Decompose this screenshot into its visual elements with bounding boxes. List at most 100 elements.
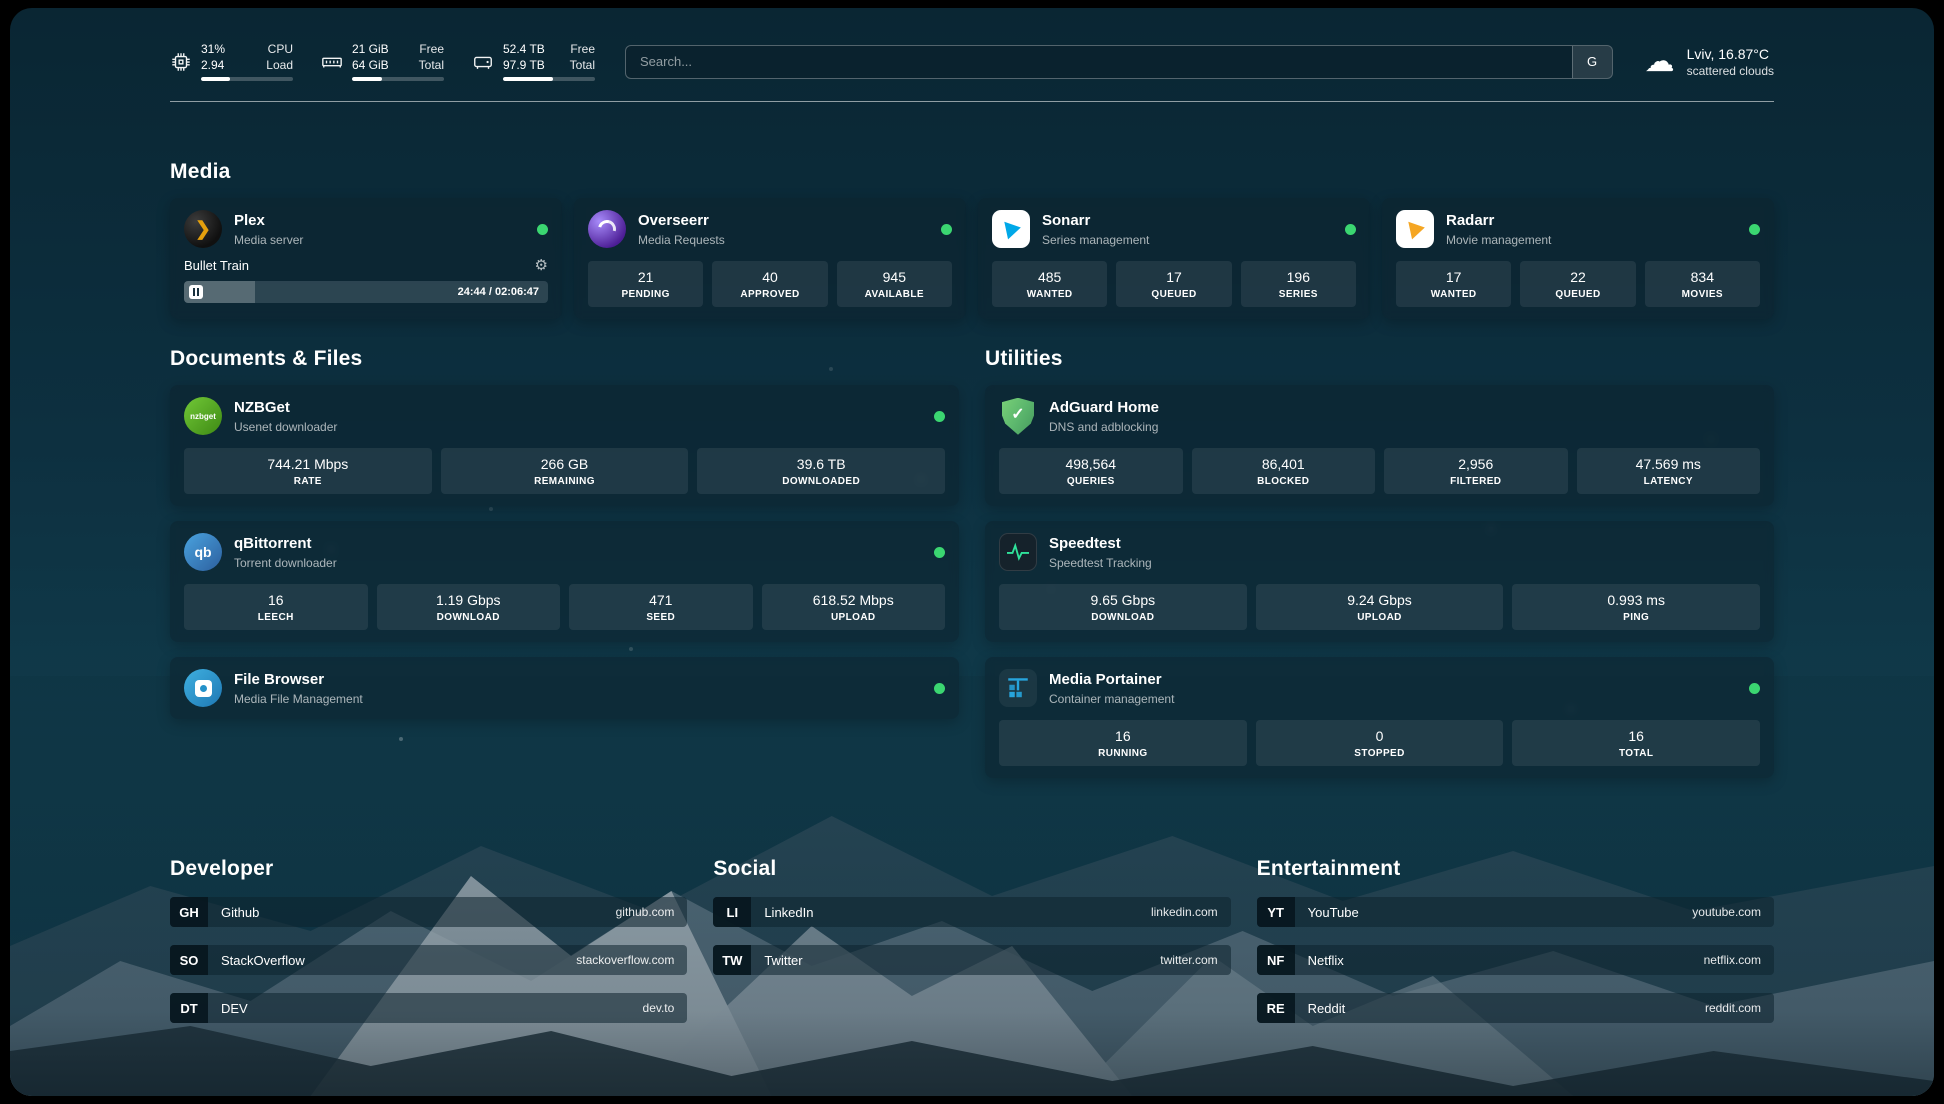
settings-gear-icon[interactable]: ⚙ xyxy=(535,256,548,274)
service-card-nzbget[interactable]: nzbget NZBGet Usenet downloader 744.21 M… xyxy=(170,385,959,506)
bookmark-name: DEV xyxy=(208,1001,643,1016)
media-grid: ❯ Plex Media server Bullet Train ⚙ 24:44… xyxy=(170,198,1774,319)
stat-queued: 17QUEUED xyxy=(1116,261,1231,307)
bookmark-github[interactable]: GH Github github.com xyxy=(170,897,687,927)
stat-rate: 744.21 MbpsRATE xyxy=(184,448,432,494)
stat-ping: 0.993 msPING xyxy=(1512,584,1760,630)
service-name: qBittorrent xyxy=(234,535,922,554)
stat-download: 1.19 GbpsDOWNLOAD xyxy=(377,584,561,630)
stat-blocked: 86,401BLOCKED xyxy=(1192,448,1376,494)
playback-time: 24:44 / 02:06:47 xyxy=(458,286,539,298)
service-card-plex[interactable]: ❯ Plex Media server Bullet Train ⚙ 24:44… xyxy=(170,198,562,319)
adguard-icon: ✓ xyxy=(999,397,1037,435)
section-title-entertainment: Entertainment xyxy=(1257,857,1774,881)
playback-progress-bar[interactable]: 24:44 / 02:06:47 xyxy=(184,281,548,303)
disk-free-value: 52.4 TB xyxy=(503,42,545,58)
cpu-monitor: 31%CPU 2.94Load xyxy=(170,42,293,81)
status-dot xyxy=(1749,683,1760,694)
service-desc: Media Requests xyxy=(638,233,929,247)
stat-remaining: 266 GBREMAINING xyxy=(441,448,689,494)
cpu-label: CPU xyxy=(268,42,293,58)
weather-condition: scattered clouds xyxy=(1687,64,1774,78)
status-dot xyxy=(934,547,945,558)
stat-wanted: 485WANTED xyxy=(992,261,1107,307)
bookmark-linkedin[interactable]: LI LinkedIn linkedin.com xyxy=(713,897,1230,927)
bookmark-dev[interactable]: DT DEV dev.to xyxy=(170,993,687,1023)
service-desc: Series management xyxy=(1042,233,1333,247)
bookmark-name: Reddit xyxy=(1295,1001,1705,1016)
speedtest-icon xyxy=(999,533,1037,571)
bookmark-name: YouTube xyxy=(1295,905,1693,920)
bookmark-url: stackoverflow.com xyxy=(576,953,687,967)
bookmark-abbr: DT xyxy=(170,993,208,1023)
bookmark-url: twitter.com xyxy=(1160,953,1230,967)
stat-series: 196SERIES xyxy=(1241,261,1356,307)
service-card-qbittorrent[interactable]: qb qBittorrent Torrent downloader 16LEEC… xyxy=(170,521,959,642)
stat-download: 9.65 GbpsDOWNLOAD xyxy=(999,584,1247,630)
section-title-media: Media xyxy=(170,160,1774,184)
status-dot xyxy=(941,224,952,235)
stat-seed: 471SEED xyxy=(569,584,753,630)
ram-total-label: Total xyxy=(419,58,444,74)
search-input[interactable] xyxy=(626,46,1572,78)
disk-progress-fill xyxy=(503,77,553,81)
service-card-portainer[interactable]: Media Portainer Container management 16R… xyxy=(985,657,1774,778)
stat-wanted: 17WANTED xyxy=(1396,261,1511,307)
service-name: NZBGet xyxy=(234,399,922,418)
service-card-overseerr[interactable]: Overseerr Media Requests 21PENDING 40APP… xyxy=(574,198,966,319)
stat-pending: 21PENDING xyxy=(588,261,703,307)
service-desc: Speedtest Tracking xyxy=(1049,556,1760,570)
service-desc: Usenet downloader xyxy=(234,420,922,434)
pause-button[interactable] xyxy=(189,285,203,299)
section-title-documents: Documents & Files xyxy=(170,347,959,371)
service-card-sonarr[interactable]: Sonarr Series management 485WANTED 17QUE… xyxy=(978,198,1370,319)
cpu-load-value: 2.94 xyxy=(201,58,224,74)
disk-free-label: Free xyxy=(570,42,595,58)
topbar-divider xyxy=(170,101,1774,102)
disk-total-label: Total xyxy=(570,58,595,74)
stat-upload: 618.52 MbpsUPLOAD xyxy=(762,584,946,630)
bookmark-abbr: NF xyxy=(1257,945,1295,975)
stat-available: 945AVAILABLE xyxy=(837,261,952,307)
status-dot xyxy=(1749,224,1760,235)
service-card-adguard[interactable]: ✓ AdGuard Home DNS and adblocking 498,56… xyxy=(985,385,1774,506)
qbittorrent-icon: qb xyxy=(184,533,222,571)
bookmark-abbr: TW xyxy=(713,945,751,975)
service-card-filebrowser[interactable]: File Browser Media File Management xyxy=(170,657,959,719)
bookmark-abbr: RE xyxy=(1257,993,1295,1023)
ram-progress-bar xyxy=(352,77,444,81)
service-name: Radarr xyxy=(1446,212,1737,231)
service-name: Overseerr xyxy=(638,212,929,231)
bookmark-group-social: Social LI LinkedIn linkedin.com TW Twitt… xyxy=(713,857,1230,1041)
cpu-progress-fill xyxy=(201,77,230,81)
disk-monitor: 52.4 TB Free 97.9 TB Total xyxy=(472,42,595,81)
search-bar: G xyxy=(625,45,1613,79)
portainer-icon xyxy=(999,669,1037,707)
disk-total-value: 97.9 TB xyxy=(503,58,545,74)
ram-progress-fill xyxy=(352,77,382,81)
bookmark-youtube[interactable]: YT YouTube youtube.com xyxy=(1257,897,1774,927)
stat-filtered: 2,956FILTERED xyxy=(1384,448,1568,494)
nzbget-icon: nzbget xyxy=(184,397,222,435)
stat-movies: 834MOVIES xyxy=(1645,261,1760,307)
bookmark-url: youtube.com xyxy=(1692,905,1774,919)
bookmark-name: StackOverflow xyxy=(208,953,576,968)
bookmark-stackoverflow[interactable]: SO StackOverflow stackoverflow.com xyxy=(170,945,687,975)
bookmark-abbr: SO xyxy=(170,945,208,975)
bookmark-twitter[interactable]: TW Twitter twitter.com xyxy=(713,945,1230,975)
status-dot xyxy=(1345,224,1356,235)
bookmark-reddit[interactable]: RE Reddit reddit.com xyxy=(1257,993,1774,1023)
service-name: Speedtest xyxy=(1049,535,1760,554)
service-desc: DNS and adblocking xyxy=(1049,420,1760,434)
service-card-radarr[interactable]: Radarr Movie management 17WANTED 22QUEUE… xyxy=(1382,198,1774,319)
service-card-speedtest[interactable]: Speedtest Speedtest Tracking 9.65 GbpsDO… xyxy=(985,521,1774,642)
service-name: Plex xyxy=(234,212,525,231)
search-engine-button[interactable]: G xyxy=(1572,46,1612,78)
ram-icon xyxy=(321,51,343,73)
stat-latency: 47.569 msLATENCY xyxy=(1577,448,1761,494)
service-name: File Browser xyxy=(234,671,922,690)
bookmark-name: Twitter xyxy=(751,953,1160,968)
plex-icon: ❯ xyxy=(184,210,222,248)
bookmark-netflix[interactable]: NF Netflix netflix.com xyxy=(1257,945,1774,975)
ram-free-label: Free xyxy=(419,42,444,58)
